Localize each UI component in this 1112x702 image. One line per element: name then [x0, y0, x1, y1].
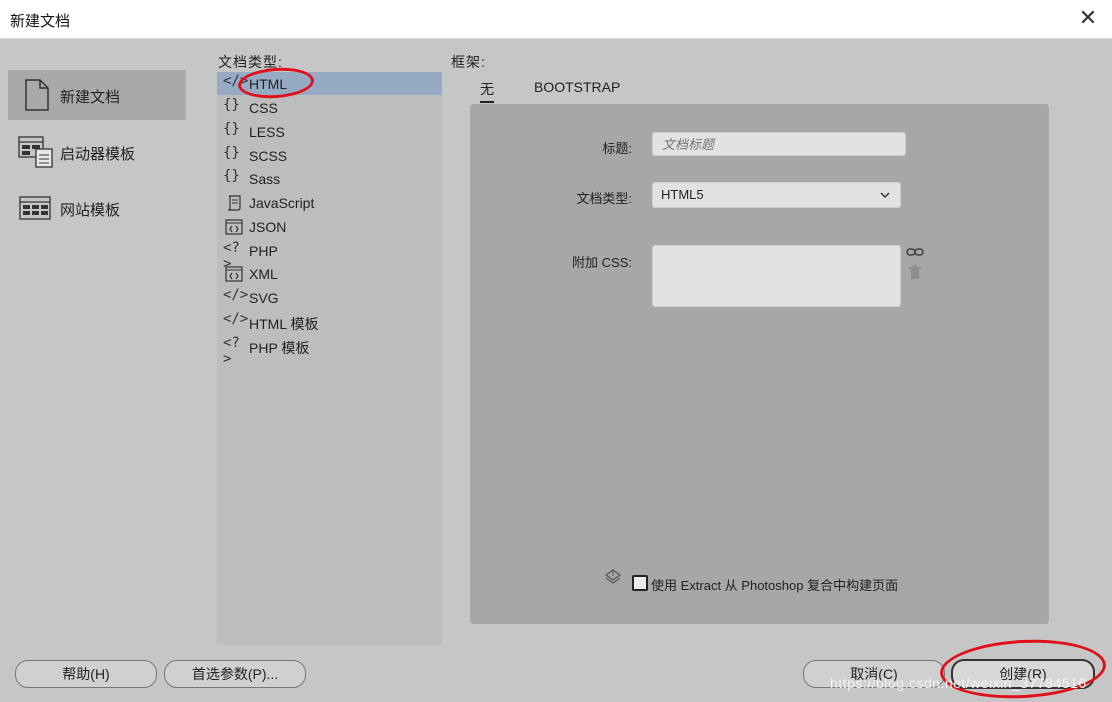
boxed-code-icon: [225, 219, 243, 235]
attached-css-list[interactable]: [652, 245, 901, 307]
doc-type-html-template[interactable]: </> HTML 模板: [217, 310, 442, 333]
braces-icon: {}: [223, 168, 240, 184]
braces-icon: {}: [223, 121, 240, 137]
layers-icon: [604, 569, 622, 584]
title-input[interactable]: [652, 132, 906, 156]
doc-type-label-json: JSON: [249, 219, 287, 235]
doctype-select[interactable]: HTML5: [652, 182, 901, 208]
category-starter-templates[interactable]: 启动器模板: [8, 127, 186, 177]
doc-type-json[interactable]: JSON: [217, 215, 442, 238]
doc-type-label-scss: SCSS: [249, 148, 288, 164]
doc-type-css[interactable]: {} CSS: [217, 96, 442, 119]
css-field-label: 附加 CSS:: [572, 255, 632, 270]
document-icon: [25, 79, 49, 111]
doc-type-label-php-template: PHP 模板: [249, 340, 310, 356]
close-icon[interactable]: ✕: [1076, 6, 1100, 30]
doc-type-php-template[interactable]: <?> PHP 模板: [217, 334, 442, 367]
extract-checkbox[interactable]: [632, 575, 648, 591]
title-field-label: 标题:: [602, 141, 632, 156]
tab-none[interactable]: 无: [480, 79, 494, 103]
extract-label: 使用 Extract 从 Photoshop 复合中构建页面: [651, 578, 899, 593]
code-tag-icon: </>: [223, 287, 249, 303]
category-label: 启动器模板: [60, 146, 136, 163]
doc-type-php[interactable]: <?> PHP: [217, 239, 442, 272]
boxed-code-icon: [225, 266, 243, 282]
doc-type-xml[interactable]: XML: [217, 262, 442, 285]
window-title: 新建文档: [10, 13, 71, 30]
help-button[interactable]: 帮助(H): [15, 660, 157, 688]
braces-icon: {}: [223, 97, 240, 113]
chevron-down-icon: [880, 192, 890, 199]
category-site-templates[interactable]: 网站模板: [8, 183, 186, 233]
js-file-icon: [227, 195, 241, 211]
category-new-document[interactable]: 新建文档: [8, 70, 186, 120]
code-tag-icon: </>: [223, 311, 249, 327]
starter-template-icon: [18, 136, 53, 168]
doc-type-list: </> HTML {} CSS {} LESS {} SCSS {} Sass …: [217, 72, 442, 645]
doc-type-sass[interactable]: {} Sass: [217, 167, 442, 190]
doc-type-svg[interactable]: </> SVG: [217, 286, 442, 309]
trash-icon[interactable]: [909, 265, 921, 279]
doc-type-label-sass: Sass: [249, 171, 281, 187]
preferences-button[interactable]: 首选参数(P)...: [164, 660, 306, 688]
doctype-field-label: 文档类型:: [576, 191, 632, 206]
doc-type-label-svg: SVG: [249, 290, 279, 306]
doc-type-label-php: PHP: [249, 243, 278, 259]
tab-bootstrap[interactable]: BOOTSTRAP: [534, 79, 620, 95]
annotation-circle-create: [938, 635, 1108, 702]
doctype-select-value: HTML5: [661, 187, 704, 202]
doc-type-scss[interactable]: {} SCSS: [217, 144, 442, 167]
doc-type-label-less: LESS: [249, 124, 285, 140]
link-icon[interactable]: [906, 246, 924, 258]
framework-label: 框架:: [451, 54, 486, 70]
title-bar: 新建文档 ✕: [0, 0, 1112, 39]
doc-type-label-javascript: JavaScript: [249, 195, 315, 211]
watermark: https://blog.csdn.net/weixin_37784516: [830, 675, 1087, 691]
settings-panel: 标题: 文档类型: HTML5 附加 CSS: 使用 Extract 从 Pho…: [470, 104, 1049, 624]
braces-icon: {}: [223, 145, 240, 161]
category-label: 网站模板: [60, 202, 121, 219]
doc-type-javascript[interactable]: JavaScript: [217, 191, 442, 214]
site-template-icon: [19, 196, 51, 220]
doc-type-label-css: CSS: [249, 100, 278, 116]
php-tag-icon: <?>: [223, 335, 240, 367]
doc-type-label-html-template: HTML 模板: [249, 316, 319, 332]
doc-type-label-xml: XML: [249, 266, 278, 282]
category-label: 新建文档: [60, 89, 121, 106]
doc-type-less[interactable]: {} LESS: [217, 120, 442, 143]
